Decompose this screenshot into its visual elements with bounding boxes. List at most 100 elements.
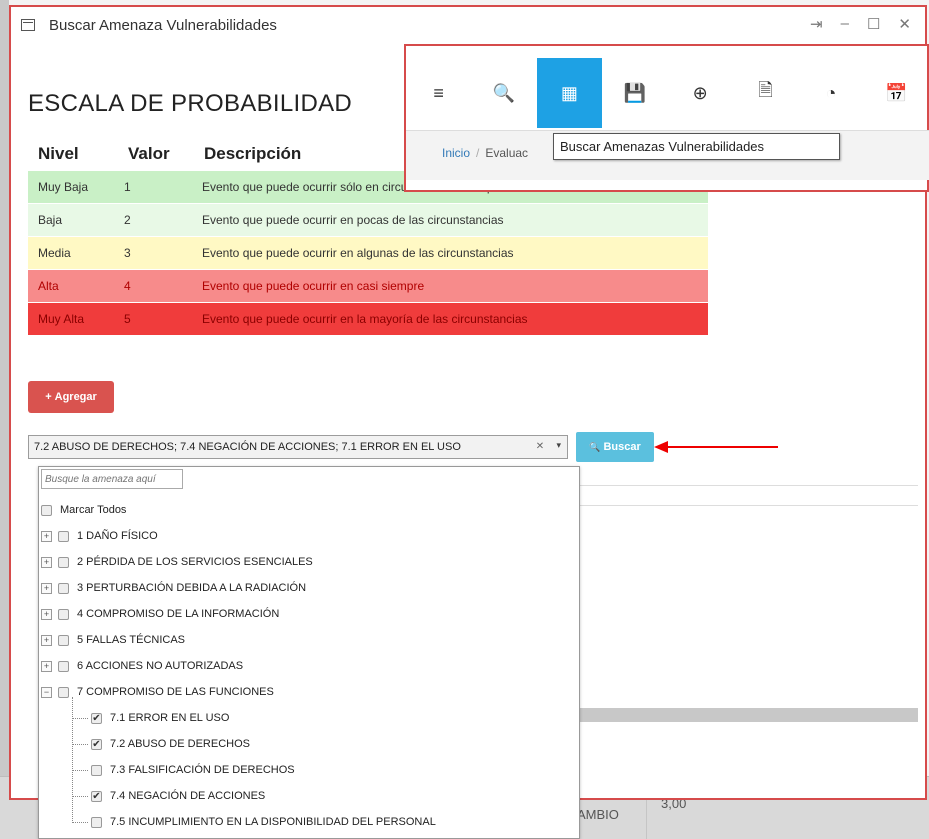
scale-valor: 5 (124, 312, 131, 326)
tree-group-label: 3 PERTURBACIÓN DEBIDA A LA RADIACIÓN (77, 582, 307, 594)
annotation-arrow-icon (654, 441, 668, 453)
scale-nivel: Media (38, 246, 71, 260)
tree-group-row[interactable]: +2 PÉRDIDA DE LOS SERVICIOS ESENCIALES (41, 549, 313, 575)
pin-icon[interactable]: ⇥ (810, 15, 823, 33)
checkbox[interactable] (58, 660, 69, 672)
threat-dropdown: Marcar Todos +1 DAÑO FÍSICO+2 PÉRDIDA DE… (38, 466, 580, 839)
expand-icon[interactable]: + (41, 634, 52, 646)
header-valor: Valor (128, 144, 170, 163)
expand-icon[interactable]: + (41, 582, 52, 594)
chevron-down-icon[interactable]: ▾ (556, 440, 561, 451)
tree-group-label: 7 COMPROMISO DE LAS FUNCIONES (77, 686, 274, 698)
tree-connector (72, 770, 88, 771)
tree-child-label: 7.1 ERROR EN EL USO (110, 712, 230, 724)
scale-descripcion: Evento que puede ocurrir en la mayoría d… (202, 312, 528, 326)
tree-connector (72, 822, 88, 823)
scale-valor: 2 (124, 213, 131, 227)
plus-icon: + (45, 391, 52, 403)
tree-group-row[interactable]: +4 COMPROMISO DE LA INFORMACIÓN (41, 601, 279, 627)
expand-icon[interactable]: + (41, 660, 52, 672)
tree-group-row[interactable]: +5 FALLAS TÉCNICAS (41, 627, 185, 653)
tree-child-label: 7.5 INCUMPLIMIENTO EN LA DISPONIBILIDAD … (110, 816, 436, 828)
breadcrumb: Inicio / Evaluac (442, 146, 528, 160)
dashboard-icon[interactable]: ◔ (798, 58, 863, 128)
expand-icon[interactable]: + (41, 556, 52, 568)
checkbox[interactable] (58, 608, 69, 620)
tree-connector (72, 718, 88, 719)
threat-select[interactable]: 7.2 ABUSO DE DERECHOS; 7.4 NEGACIÓN DE A… (28, 435, 568, 459)
background-app-edge (0, 0, 9, 839)
checkbox[interactable] (58, 556, 69, 568)
tree-group-label: 2 PÉRDIDA DE LOS SERVICIOS ESENCIALES (77, 556, 313, 568)
tree-connector (72, 697, 73, 823)
tree-group-label: 1 DAÑO FÍSICO (77, 530, 158, 542)
screenshot-stage: NTROL AMBIO 3,00 Buscar Amenaza Vulnerab… (0, 0, 929, 839)
select-all-row[interactable]: Marcar Todos (41, 497, 126, 523)
header-descripcion: Descripción (204, 144, 302, 163)
expand-icon[interactable]: + (41, 530, 52, 542)
toolbar-tooltip: Buscar Amenazas Vulnerabilidades (553, 133, 840, 160)
scale-descripcion: Evento que puede ocurrir en algunas de l… (202, 246, 514, 260)
expand-icon[interactable]: + (41, 608, 52, 620)
add-button[interactable]: + Agregar (28, 381, 114, 413)
tree-child-row[interactable]: ✔ 7.4 NEGACIÓN DE ACCIONES (91, 783, 265, 809)
dialog-title: Buscar Amenaza Vulnerabilidades (49, 16, 277, 34)
threat-search-input[interactable] (41, 469, 183, 489)
scale-row: Muy Alta 5 Evento que puede ocurrir en la … (28, 303, 708, 336)
calendar-icon[interactable]: 📅 (864, 58, 929, 128)
breadcrumb-current: Evaluac (485, 146, 529, 160)
threat-select-value: 7.2 ABUSO DE DERECHOS; 7.4 NEGACIÓN DE A… (34, 441, 461, 453)
toolbar-inset: ≡ 🔍 ▦ 💾 ⊕ 🗎 ◔ 📅 Inicio / Evaluac (404, 44, 929, 192)
divider (578, 505, 918, 506)
checkbox-checked[interactable]: ✔ (91, 712, 102, 724)
checkbox[interactable] (58, 582, 69, 594)
scale-nivel: Muy Alta (38, 312, 85, 326)
checkbox[interactable] (58, 634, 69, 646)
checkbox[interactable] (58, 686, 69, 698)
breadcrumb-home[interactable]: Inicio (442, 146, 470, 160)
search-button[interactable]: 🔍 Buscar (576, 432, 654, 462)
checkbox[interactable] (91, 816, 102, 828)
scale-valor: 1 (124, 180, 131, 194)
scale-row: Baja 2 Evento que puede ocurrir en pocas d… (28, 204, 708, 237)
checkbox[interactable] (58, 530, 69, 542)
window-icon (21, 19, 35, 31)
excel-icon[interactable]: 🗎 (733, 58, 798, 128)
scale-descripcion: Evento que puede ocurrir en casi siempre (202, 279, 425, 293)
scale-row: Media 3 Evento que puede ocurrir en alguna… (28, 237, 708, 270)
breadcrumb-separator: / (476, 146, 480, 160)
tree-group-row[interactable]: +6 ACCIONES NO AUTORIZADAS (41, 653, 243, 679)
save-icon[interactable]: 💾 (602, 58, 667, 128)
tree-group-label: 5 FALLAS TÉCNICAS (77, 634, 186, 646)
maximize-icon[interactable]: ☐ (867, 15, 880, 33)
scale-valor: 4 (124, 279, 131, 293)
close-icon[interactable]: ✕ (898, 15, 911, 33)
tree-group-row[interactable]: − 7 COMPROMISO DE LAS FUNCIONES (41, 679, 274, 705)
scale-nivel: Alta (38, 279, 59, 293)
search-icon[interactable]: 🔍 (471, 58, 536, 128)
tree-child-row[interactable]: ✔ 7.2 ABUSO DE DERECHOS (91, 731, 250, 757)
table-icon[interactable]: ▦ (536, 58, 603, 128)
add-button-label: Agregar (54, 391, 97, 403)
lifebuoy-icon[interactable]: ⊕ (668, 58, 733, 128)
minimize-icon[interactable]: – (841, 15, 849, 33)
menu-icon[interactable]: ≡ (406, 58, 471, 128)
background-grid-header (578, 708, 918, 722)
checkbox[interactable] (91, 764, 102, 776)
scale-nivel: Baja (38, 213, 63, 227)
tree-child-row[interactable]: 7.3 FALSIFICACIÓN DE DERECHOS (91, 757, 295, 783)
tree-group-label: 4 COMPROMISO DE LA INFORMACIÓN (77, 608, 280, 620)
collapse-icon[interactable]: − (41, 686, 52, 698)
clear-icon[interactable]: ✕ (533, 440, 547, 454)
tree-child-label: 7.3 FALSIFICACIÓN DE DERECHOS (110, 764, 295, 776)
checkbox[interactable] (41, 504, 52, 516)
header-nivel: Nivel (38, 144, 79, 163)
checkbox-checked[interactable]: ✔ (91, 790, 102, 802)
tree-group-row[interactable]: +3 PERTURBACIÓN DEBIDA A LA RADIACIÓN (41, 575, 306, 601)
main-toolbar: ≡ 🔍 ▦ 💾 ⊕ 🗎 ◔ 📅 (406, 58, 929, 128)
tree-child-row[interactable]: 7.5 INCUMPLIMIENTO EN LA DISPONIBILIDAD … (91, 809, 436, 835)
checkbox-checked[interactable]: ✔ (91, 738, 102, 750)
scale-row: Alta 4 Evento que puede ocurrir en casi si… (28, 270, 708, 303)
tree-group-row[interactable]: +1 DAÑO FÍSICO (41, 523, 158, 549)
tree-child-row[interactable]: ✔ 7.1 ERROR EN EL USO (91, 705, 229, 731)
